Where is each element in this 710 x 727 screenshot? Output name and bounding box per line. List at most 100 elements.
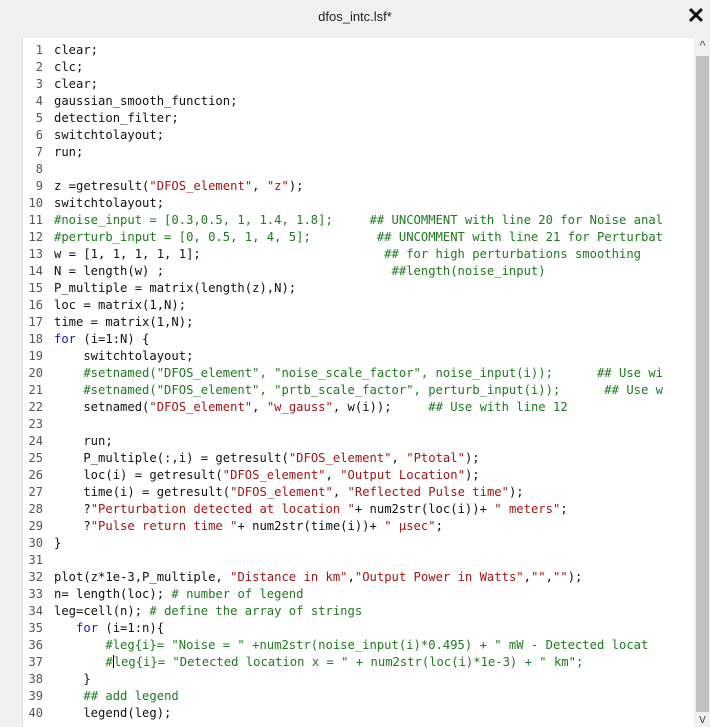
code-line[interactable]: N = length(w) ; ##length(noise_input): [54, 263, 546, 280]
code-line[interactable]: switchtolayout;: [54, 127, 164, 144]
line-number: 20: [28, 366, 43, 380]
code-line[interactable]: }: [54, 671, 91, 688]
code-token: );: [508, 485, 524, 499]
code-line[interactable]: for (i=1:N) {: [54, 331, 149, 348]
code-token: legend(leg);: [54, 706, 172, 720]
code-line[interactable]: run;: [54, 144, 83, 161]
code-token: }: [54, 536, 62, 550]
code-token: (i=1:n){: [98, 621, 165, 635]
code-token: ,: [347, 570, 355, 584]
code-editor[interactable]: 1 2 3 4 5 6 7 8 9 10 11 12 13 14 15 16 17 18 19 20 21 22 23 24 2…: [22, 38, 710, 727]
vertical-scrollbar[interactable]: ^ v: [694, 38, 710, 727]
code-line[interactable]: z =getresult("DFOS_element", "z");: [54, 178, 304, 195]
code-token: #noise_input = [0.3,0.5, 1, 1.4, 1.8]; #…: [54, 213, 664, 227]
line-number: 8: [35, 162, 43, 176]
code-line[interactable]: clear;: [54, 42, 98, 59]
code-line[interactable]: ?"Perturbation detected at location "+ n…: [54, 501, 567, 518]
code-line[interactable]: P_multiple = matrix(length(z),N);: [54, 280, 296, 297]
line-number: 28: [28, 502, 43, 516]
code-line[interactable]: plot(z*1e-3,P_multiple, "Distance in km"…: [54, 569, 582, 586]
code-line[interactable]: P_multiple(:,i) = getresult("DFOS_elemen…: [54, 450, 480, 467]
scroll-up-icon[interactable]: ^: [694, 38, 710, 54]
code-token: "Output Power in Watts": [354, 570, 524, 584]
code-token: + num2str(loc(i))+: [354, 502, 495, 516]
code-token: loc = matrix(1,N);: [54, 298, 187, 312]
code-line[interactable]: loc = matrix(1,N);: [54, 297, 186, 314]
code-line[interactable]: #leg{i}= "Detected location x = " + num2…: [54, 654, 583, 671]
scrollbar-thumb[interactable]: [696, 56, 709, 712]
code-token: "Perturbation detected at location ": [90, 502, 355, 516]
line-number: 22: [28, 400, 43, 414]
code-line[interactable]: #setnamed("DFOS_element", "noise_scale_f…: [54, 365, 663, 382]
code-line[interactable]: time(i) = getresult("DFOS_element", "Ref…: [54, 484, 524, 501]
code-token: detection_filter;: [54, 111, 179, 125]
line-number: 38: [28, 672, 43, 686]
code-line[interactable]: }: [54, 535, 61, 552]
code-token: N = length(w) ;: [54, 264, 165, 278]
line-number: 33: [28, 587, 43, 601]
line-number: 21: [28, 383, 43, 397]
line-number: 27: [28, 485, 43, 499]
code-line[interactable]: #setnamed("DFOS_element", "prtb_scale_fa…: [54, 382, 663, 399]
code-token: }: [54, 672, 91, 686]
code-line[interactable]: setnamed("DFOS_element", "w_gauss", w(i)…: [54, 399, 568, 416]
scroll-down-icon[interactable]: v: [694, 711, 710, 727]
code-line[interactable]: switchtolayout;: [54, 195, 164, 212]
code-token: for: [54, 332, 77, 346]
line-number: 10: [28, 196, 43, 210]
code-line[interactable]: #noise_input = [0.3,0.5, 1, 1.4, 1.8]; #…: [54, 212, 663, 229]
code-token: P_multiple = matrix(length(z),N);: [54, 281, 297, 295]
line-number: 19: [28, 349, 43, 363]
code-token: ,: [523, 570, 531, 584]
code-token: ##length(noise_input): [164, 264, 546, 278]
line-number: 17: [28, 315, 43, 329]
code-token: time(i) = getresult(: [54, 485, 231, 499]
line-number: 11: [28, 213, 43, 227]
line-number: 7: [35, 145, 43, 159]
code-line[interactable]: leg=cell(n); # define the array of strin…: [54, 603, 362, 620]
code-line[interactable]: legend(leg);: [54, 705, 171, 722]
code-line[interactable]: clear;: [54, 76, 98, 93]
code-token: ,: [252, 179, 267, 193]
code-token: n= length(loc);: [54, 587, 172, 601]
code-line[interactable]: ## add legend: [54, 688, 178, 705]
code-token: ## Use with line 12: [428, 400, 568, 414]
code-line[interactable]: n= length(loc); # number of legend: [54, 586, 303, 603]
code-line[interactable]: time = matrix(1,N);: [54, 314, 193, 331]
code-token: ## for high perturbations smoothing: [200, 247, 641, 261]
code-token: #leg{i}= "Noise = " +num2str(noise_input…: [54, 638, 649, 652]
code-token: "DFOS_element": [149, 400, 253, 414]
line-number: 9: [35, 179, 43, 193]
code-token: for: [76, 621, 99, 635]
code-token: w = [1, 1, 1, 1, 1];: [54, 247, 201, 261]
code-line[interactable]: gaussian_smooth_function;: [54, 93, 237, 110]
code-line[interactable]: switchtolayout;: [54, 348, 193, 365]
code-token: switchtolayout;: [54, 349, 194, 363]
code-token: );: [464, 451, 480, 465]
code-line[interactable]: detection_filter;: [54, 110, 179, 127]
code-token: "": [530, 570, 546, 584]
code-line[interactable]: run;: [54, 433, 112, 450]
line-number-gutter: 1 2 3 4 5 6 7 8 9 10 11 12 13 14 15 16 17 18 19 20 21 22 23 24 2…: [23, 38, 49, 727]
code-line[interactable]: loc(i) = getresult("DFOS_element", "Outp…: [54, 467, 479, 484]
code-line[interactable]: w = [1, 1, 1, 1, 1]; ## for high perturb…: [54, 246, 641, 263]
code-area[interactable]: clear; clc; clear; gaussian_smooth_function…: [54, 38, 694, 727]
line-number: 13: [28, 247, 43, 261]
line-number: 30: [28, 536, 43, 550]
code-line[interactable]: #perturb_input = [0, 0.5, 1, 4, 5]; ## U…: [54, 229, 663, 246]
code-token: "Reflected Pulse time": [347, 485, 509, 499]
code-token: ,: [545, 570, 553, 584]
code-token: "DFOS_element": [288, 451, 392, 465]
code-line[interactable]: #leg{i}= "Noise = " +num2str(noise_input…: [54, 637, 648, 654]
code-token: P_multiple(:,i) = getresult(: [54, 451, 289, 465]
line-number: 23: [28, 417, 43, 431]
code-line[interactable]: clc;: [54, 59, 83, 76]
close-icon[interactable]: ✕: [685, 4, 707, 28]
line-number: 4: [35, 94, 43, 108]
code-token: clear;: [54, 43, 99, 57]
code-line[interactable]: for (i=1:n){: [54, 620, 164, 637]
code-line[interactable]: ?"Pulse return time "+ num2str(time(i))+…: [54, 518, 443, 535]
line-number: 24: [28, 434, 43, 448]
